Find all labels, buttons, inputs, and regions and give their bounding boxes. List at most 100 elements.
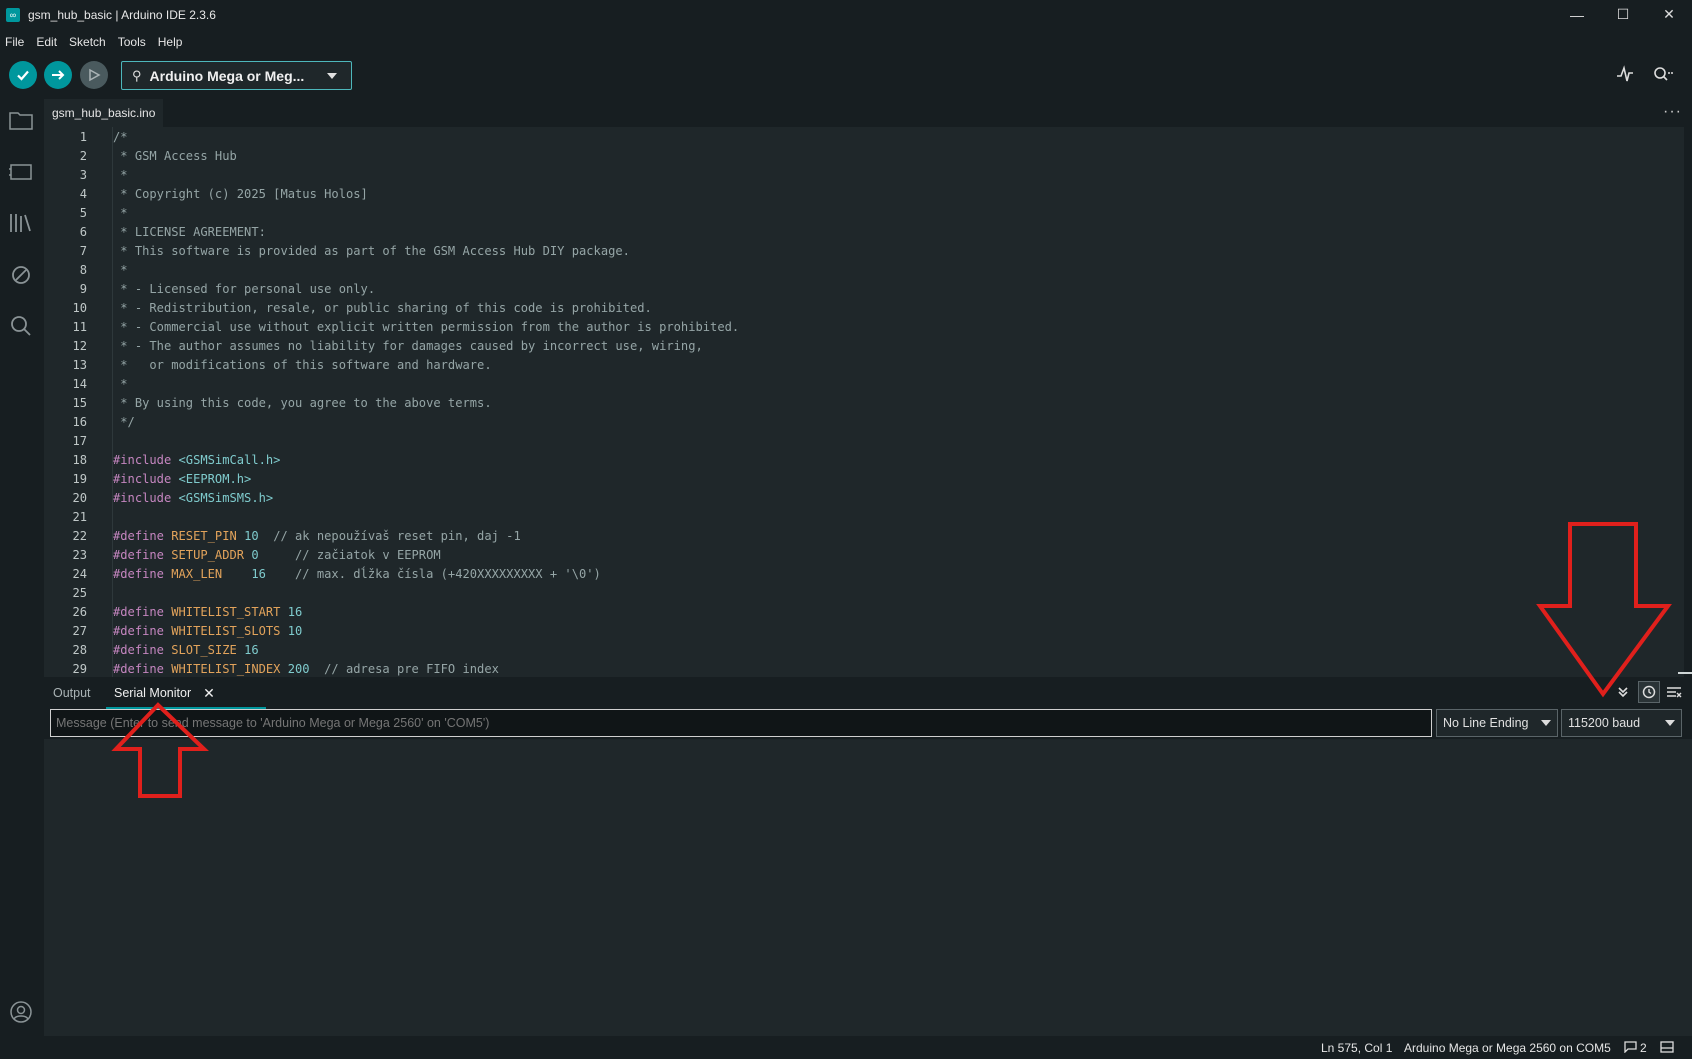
code-text: /* (113, 130, 128, 144)
message-input[interactable] (50, 709, 1432, 737)
code-line[interactable]: 10 * - Redistribution, resale, or public… (44, 299, 1684, 318)
clock-icon (1642, 685, 1656, 699)
code-text: #include <GSMSimCall.h> (113, 453, 281, 467)
code-text: * (113, 168, 128, 182)
tab-output[interactable]: Output (53, 677, 91, 709)
line-ending-select[interactable]: No Line Ending (1436, 709, 1558, 737)
minimize-button[interactable]: — (1554, 0, 1600, 29)
status-bar: Ln 575, Col 1 Arduino Mega or Mega 2560 … (0, 1036, 1692, 1059)
code-line[interactable]: 29 #define WHITELIST_INDEX 200 // adresa … (44, 660, 1684, 677)
line-number: 3 (79, 168, 87, 182)
code-line[interactable]: 16 */ (44, 413, 1684, 432)
line-number: 9 (79, 282, 87, 296)
notifications-icon[interactable] (1624, 1041, 1637, 1055)
chevron-down-icon (1541, 720, 1551, 726)
line-number: 7 (79, 244, 87, 258)
timestamp-toggle[interactable] (1638, 681, 1660, 703)
line-number: 17 (72, 434, 87, 448)
verify-button[interactable] (9, 61, 37, 89)
code-line[interactable]: 23 #define SETUP_ADDR 0 // začiatok v EEP… (44, 546, 1684, 565)
usb-icon: ⚲ (132, 67, 142, 83)
line-number: 25 (72, 586, 87, 600)
more-icon[interactable]: ··· (1663, 103, 1682, 121)
code-line[interactable]: 9 * - Licensed for personal use only. (44, 280, 1684, 299)
code-line[interactable]: 11 * - Commercial use without explicit w… (44, 318, 1684, 337)
code-line[interactable]: 24 #define MAX_LEN 16 // max. dĺžka čísla… (44, 565, 1684, 584)
menu-edit[interactable]: Edit (31, 35, 64, 49)
code-line[interactable]: 1 /* (44, 128, 1684, 147)
notifications-count: 2 (1640, 1041, 1647, 1055)
debug-button[interactable] (80, 61, 108, 89)
code-line[interactable]: 7 * This software is provided as part of… (44, 242, 1684, 261)
code-line[interactable]: 12 * - The author assumes no liability f… (44, 337, 1684, 356)
line-number: 20 (72, 491, 87, 505)
menu-help[interactable]: Help (153, 35, 190, 49)
line-number: 29 (72, 662, 87, 676)
serial-monitor-icon[interactable] (1652, 65, 1674, 88)
code-line[interactable]: 19 #include <EEPROM.h> (44, 470, 1684, 489)
folder-icon[interactable] (8, 107, 34, 133)
code-line[interactable]: 3 * (44, 166, 1684, 185)
line-number: 22 (72, 529, 87, 543)
board-port-status[interactable]: Arduino Mega or Mega 2560 on COM5 (1404, 1041, 1611, 1055)
code-line[interactable]: 13 * or modifications of this software a… (44, 356, 1684, 375)
line-number: 28 (72, 643, 87, 657)
autoscroll-icon[interactable] (1616, 685, 1630, 704)
code-line[interactable]: 5 * (44, 204, 1684, 223)
code-line[interactable]: 14 * (44, 375, 1684, 394)
code-line[interactable]: 2 * GSM Access Hub (44, 147, 1684, 166)
baud-rate-select[interactable]: 115200 baud (1561, 709, 1682, 737)
line-number: 13 (72, 358, 87, 372)
line-number: 21 (72, 510, 87, 524)
toggle-panel-icon[interactable] (1660, 1041, 1674, 1056)
close-window-button[interactable]: ✕ (1646, 0, 1692, 29)
code-line[interactable]: 22 #define RESET_PIN 10 // ak nepoužívaš … (44, 527, 1684, 546)
code-editor[interactable]: 1/* 2 * GSM Access Hub 3 * 4 * Copyright (c… (44, 127, 1684, 677)
scroll-marker[interactable] (1678, 672, 1692, 674)
line-number: 5 (79, 206, 87, 220)
library-manager-icon[interactable] (8, 210, 34, 236)
tab-output-label: Output (53, 686, 91, 700)
close-icon[interactable]: ✕ (203, 685, 215, 702)
code-line[interactable]: 28 #define SLOT_SIZE 16 (44, 641, 1684, 660)
menu-file[interactable]: File (0, 35, 31, 49)
line-number: 10 (72, 301, 87, 315)
tab-serial-monitor[interactable]: Serial Monitor ✕ (114, 677, 215, 709)
code-line[interactable]: 18 #include <GSMSimCall.h> (44, 451, 1684, 470)
account-icon[interactable] (8, 999, 34, 1025)
line-number: 6 (79, 225, 87, 239)
arduino-logo-icon: ∞ (6, 7, 20, 22)
code-text: * (113, 377, 128, 391)
upload-button[interactable] (44, 61, 72, 89)
search-icon[interactable] (8, 313, 34, 339)
code-line[interactable]: 8 * (44, 261, 1684, 280)
tab-gsm-hub-basic[interactable]: gsm_hub_basic.ino (44, 99, 164, 128)
code-line[interactable]: 25 (44, 584, 1684, 603)
tab-serial-monitor-label: Serial Monitor (114, 686, 192, 700)
code-text: #define WHITELIST_INDEX 200 // adresa pr… (113, 662, 499, 676)
code-line[interactable]: 27 #define WHITELIST_SLOTS 10 (44, 622, 1684, 641)
line-number: 14 (72, 377, 87, 391)
menu-sketch[interactable]: Sketch (64, 35, 113, 49)
code-text: #define SETUP_ADDR 0 // začiatok v EEPRO… (113, 548, 441, 562)
code-line[interactable]: 4 * Copyright (c) 2025 [Matus Holos] (44, 185, 1684, 204)
debug-disabled-icon[interactable] (8, 262, 34, 288)
code-line[interactable]: 17 (44, 432, 1684, 451)
code-line[interactable]: 26 #define WHITELIST_START 16 (44, 603, 1684, 622)
line-number: 15 (72, 396, 87, 410)
cursor-position[interactable]: Ln 575, Col 1 (1321, 1041, 1392, 1055)
code-line[interactable]: 6 * LICENSE AGREEMENT: (44, 223, 1684, 242)
code-line[interactable]: 21 (44, 508, 1684, 527)
serial-plotter-icon[interactable] (1616, 65, 1634, 88)
line-number: 23 (72, 548, 87, 562)
menu-tools[interactable]: Tools (113, 35, 153, 49)
code-line[interactable]: 15 * By using this code, you agree to th… (44, 394, 1684, 413)
line-number: 18 (72, 453, 87, 467)
board-selector[interactable]: ⚲ Arduino Mega or Meg... (121, 61, 352, 90)
code-line[interactable]: 20 #include <GSMSimSMS.h> (44, 489, 1684, 508)
maximize-button[interactable]: ☐ (1600, 0, 1646, 29)
line-number: 26 (72, 605, 87, 619)
clear-output-icon[interactable] (1666, 686, 1682, 704)
line-number: 11 (72, 320, 87, 334)
boards-manager-icon[interactable] (8, 159, 34, 185)
